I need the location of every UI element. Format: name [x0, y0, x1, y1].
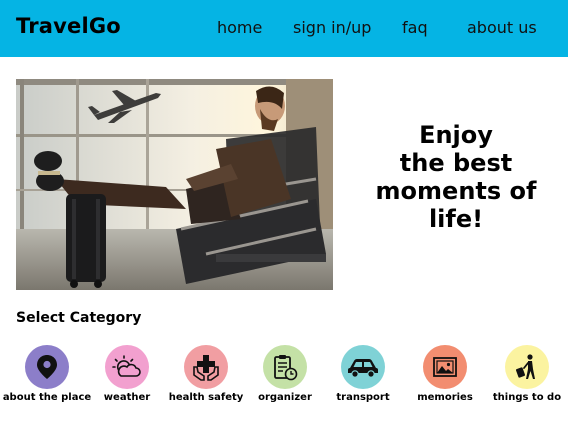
car-icon: [348, 359, 378, 378]
medical-cross-hands-icon: [193, 355, 219, 381]
tagline-line: life!: [428, 205, 484, 233]
site-logo[interactable]: TravelGo: [16, 14, 121, 38]
category-label: things to do: [492, 392, 562, 403]
photo-frame-icon: [433, 357, 457, 377]
tagline-line: the best: [399, 149, 513, 177]
tagline-line: moments of: [375, 177, 537, 205]
category-circle: [263, 345, 307, 389]
nav-home[interactable]: home: [217, 18, 262, 37]
traveler-luggage-icon: [515, 354, 535, 379]
category-circle: [341, 345, 385, 389]
tagline-line: Enjoy: [419, 121, 493, 149]
nav-faq[interactable]: faq: [402, 18, 428, 37]
category-things-to-do[interactable]: things to do: [477, 345, 568, 403]
category-circle: [184, 345, 228, 389]
nav-about-us[interactable]: about us: [467, 18, 537, 37]
category-circle: [505, 345, 549, 389]
clipboard-clock-icon: [274, 355, 298, 381]
hero-image: [16, 79, 333, 290]
category-circle: [25, 345, 69, 389]
top-nav-bar: TravelGo home sign in/up faq about us: [0, 0, 568, 57]
nav-sign-in-up[interactable]: sign in/up: [293, 18, 371, 37]
map-pin-icon: [37, 355, 57, 379]
hero-tagline: Enjoy the best moments of life!: [370, 121, 542, 233]
sun-cloud-icon: [112, 355, 141, 377]
category-circle: [105, 345, 149, 389]
category-circle: [423, 345, 467, 389]
category-section-title: Select Category: [16, 310, 142, 326]
